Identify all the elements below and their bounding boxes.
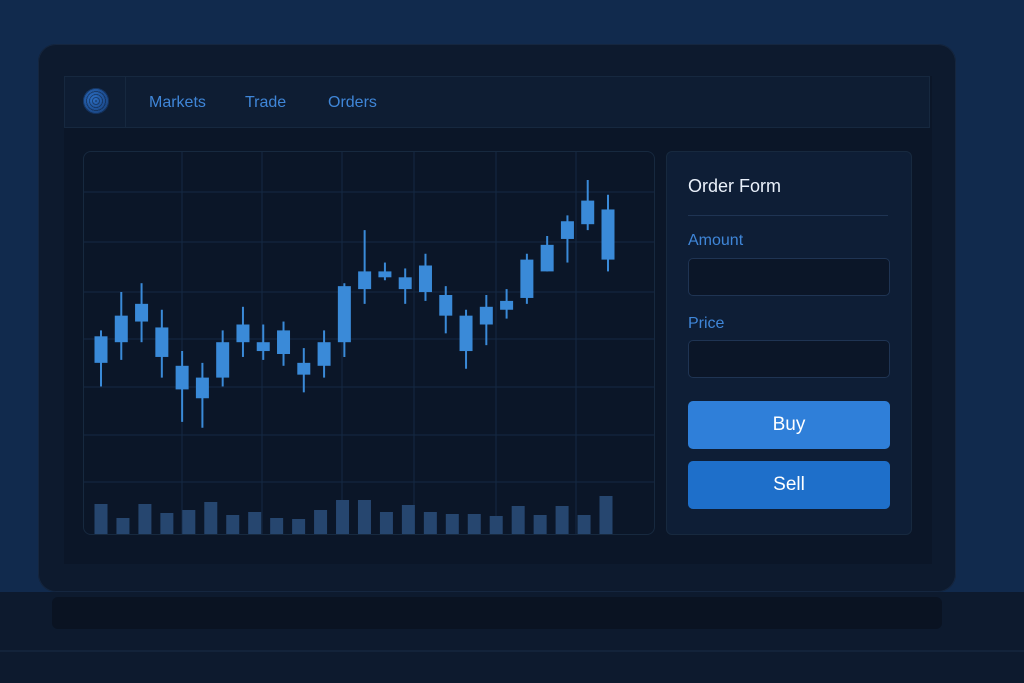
candle-body[interactable] [378,271,392,278]
candle-body[interactable] [459,315,473,352]
volume-bar [182,510,196,534]
candle-body[interactable] [135,303,149,322]
candle-body[interactable] [216,342,230,378]
nav-item-orders[interactable]: Orders [328,94,377,112]
candle-body[interactable] [520,259,534,298]
candle-body[interactable] [236,324,250,343]
candle-body[interactable] [601,209,615,260]
laptop-base-recess [52,597,942,629]
candle-body[interactable] [114,315,128,343]
volume-bar [336,500,350,534]
volume-bar [226,515,240,534]
candle-body[interactable] [256,342,270,352]
candle-body[interactable] [337,286,351,343]
sell-button[interactable]: Sell [688,461,890,509]
volume-bar [467,514,481,534]
volume-bar [314,510,328,534]
volume-bar [423,512,437,534]
volume-bar [160,513,174,534]
order-form-panel: Order Form Amount Price Buy Sell [666,151,912,535]
candle-body[interactable] [398,277,412,290]
candle-body[interactable] [195,377,209,399]
volume-bar [533,515,547,534]
volume-bar [138,504,152,534]
candle-body[interactable] [540,244,554,272]
laptop-frame: Markets Trade Orders Order Form Amount P… [38,44,956,592]
volume-bar [555,506,569,534]
globe-logo-icon[interactable] [83,88,109,114]
volume-bar [489,516,503,534]
candle-body[interactable] [581,200,595,225]
app-screen: Markets Trade Orders Order Form Amount P… [64,76,932,564]
volume-bar [270,518,284,534]
nav-item-trade[interactable]: Trade [245,94,286,112]
volume-bar [116,518,130,534]
candle-body[interactable] [358,271,372,290]
chart-grid [84,152,654,534]
laptop-base-edge [0,650,1024,652]
volume-bar [248,512,262,534]
candle-body[interactable] [317,342,331,366]
volume-bar [401,505,415,534]
candle-body[interactable] [155,327,169,357]
candle-body[interactable] [479,306,493,325]
candlestick-chart[interactable] [84,152,655,535]
nav-item-markets[interactable]: Markets [149,94,206,112]
candle-body[interactable] [418,265,432,293]
volume-bar [577,515,591,534]
candle-body[interactable] [297,362,311,375]
top-navbar: Markets Trade Orders [64,76,930,128]
candlestick-chart-panel[interactable] [83,151,655,535]
volume-bar [94,504,108,534]
volume-bar [379,512,393,534]
candle-body[interactable] [277,330,291,354]
laptop-base [0,592,1024,683]
price-input[interactable] [688,340,890,378]
candle-body[interactable] [175,365,189,390]
buy-button[interactable]: Buy [688,401,890,449]
volume-bars [94,496,613,534]
amount-label: Amount [688,232,744,249]
amount-input[interactable] [688,258,890,296]
volume-bar [511,506,525,534]
candle-body[interactable] [439,295,453,316]
candle-body[interactable] [560,221,574,239]
order-form-title: Order Form [688,176,782,196]
volume-bar [204,502,218,534]
volume-bar [599,496,613,534]
volume-bar [292,519,306,534]
volume-bar [445,514,459,534]
candle-body[interactable] [94,336,108,363]
candles [94,179,615,428]
volume-bar [357,500,371,534]
price-label: Price [688,315,725,332]
nav-divider [125,77,126,127]
candle-body[interactable] [500,300,514,310]
order-form-divider [688,215,888,216]
